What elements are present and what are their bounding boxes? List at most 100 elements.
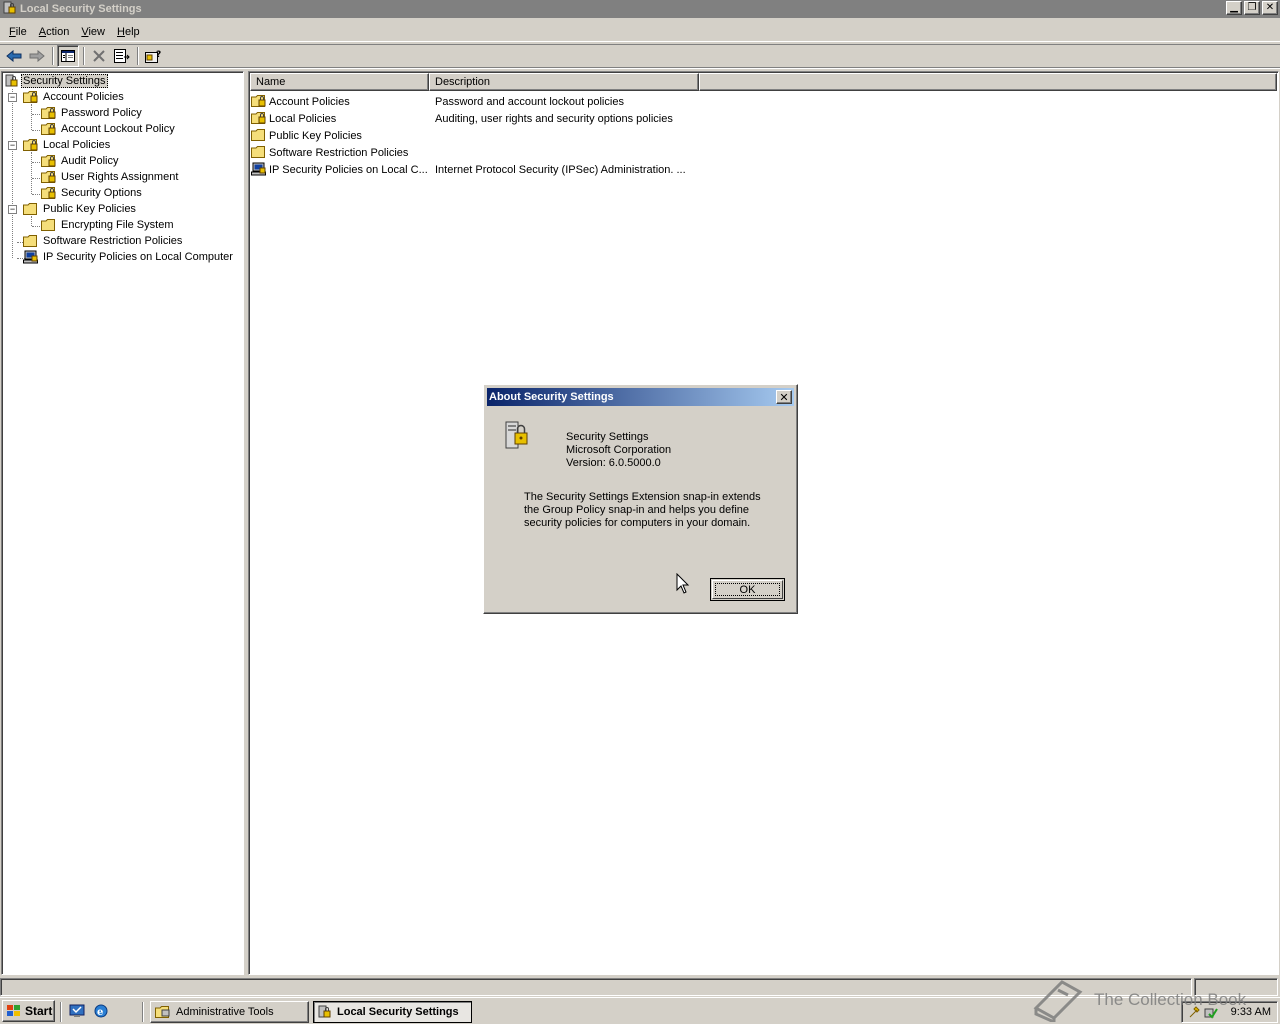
list-item-local-policies[interactable]: Local Policies Auditing, user rights and… [251, 110, 951, 127]
menu-help[interactable]: Help [111, 26, 146, 38]
about-dialog: About Security Settings ✕ Security Setti… [483, 384, 798, 614]
console-tree[interactable]: Security Settings − Account Policies Pas… [1, 71, 244, 975]
folder-icon [23, 235, 37, 247]
column-header-filler [699, 73, 1277, 91]
locked-folder-icon [251, 112, 266, 124]
task-local-security-settings[interactable]: Local Security Settings [313, 1001, 472, 1023]
locked-folder-icon [251, 95, 266, 107]
tree-item-account-policies[interactable]: Account Policies [23, 89, 126, 105]
system-tray: 9:33 AM [1181, 1001, 1278, 1023]
locked-folder-icon [41, 107, 56, 119]
restore-icon: ❐ [1247, 2, 1257, 13]
quicklaunch-internet-explorer[interactable]: e [93, 1003, 109, 1022]
list-item-account-policies[interactable]: Account Policies Password and account lo… [251, 93, 951, 110]
menu-view[interactable]: View [75, 26, 111, 38]
tree-item-password-policy[interactable]: Password Policy [41, 105, 144, 121]
tree-item-public-key-policies[interactable]: Public Key Policies [23, 201, 138, 217]
taskbar-separator [142, 1002, 144, 1022]
tree-connector [31, 216, 32, 226]
tree-item-account-lockout-policy[interactable]: Account Lockout Policy [41, 121, 177, 137]
list-item-name: Software Restriction Policies [269, 146, 409, 159]
back-button[interactable] [3, 45, 25, 67]
toolbar-separator [83, 47, 85, 65]
tree-connector [32, 178, 40, 179]
minimize-button[interactable]: ▁ [1226, 1, 1242, 15]
menu-file[interactable]: File [3, 26, 33, 38]
ok-button[interactable]: OK [710, 578, 785, 601]
column-header-label: Description [435, 76, 491, 88]
folder-icon [41, 219, 55, 231]
locked-folder-icon [23, 91, 38, 103]
dialog-close-button[interactable]: ✕ [776, 390, 792, 404]
dialog-title-bar[interactable]: About Security Settings ✕ [487, 388, 794, 406]
tree-item-label: Password Policy [61, 107, 142, 119]
tree-item-security-options[interactable]: Security Options [41, 185, 144, 201]
minus-icon: − [9, 140, 16, 150]
tree-connector [32, 162, 40, 163]
tree-item-ip-security-policies[interactable]: IP Security Policies on Local Computer [23, 249, 235, 265]
tree-item-label: Account Lockout Policy [61, 123, 175, 135]
menu-action[interactable]: Action [33, 26, 76, 38]
tree-item-encrypting-file-system[interactable]: Encrypting File System [41, 217, 175, 233]
status-panel-main [0, 978, 1192, 996]
ok-button-label: OK [739, 583, 756, 596]
tree-item-label: Account Policies [43, 91, 124, 103]
windows-logo-icon [7, 1005, 20, 1016]
column-header-name[interactable]: Name [250, 73, 429, 91]
back-arrow-icon [6, 50, 22, 62]
tree-item-label: Public Key Policies [43, 203, 136, 215]
show-hide-tree-button[interactable] [57, 45, 79, 67]
delete-button[interactable] [88, 45, 110, 67]
tree-item-label: IP Security Policies on Local Computer [43, 251, 233, 263]
start-button[interactable]: Start [2, 1000, 55, 1022]
tray-tools-icon[interactable] [1188, 1005, 1202, 1019]
task-administrative-tools[interactable]: Administrative Tools [150, 1001, 309, 1023]
forward-button[interactable] [26, 45, 48, 67]
close-button[interactable]: ✕ [1262, 1, 1278, 15]
toolbar: ? [0, 44, 1280, 68]
dialog-description: The Security Settings Extension snap-in … [524, 491, 761, 529]
help-button[interactable]: ? [142, 45, 164, 67]
help-icon: ? [145, 50, 161, 63]
list-item-software-restriction-policies[interactable]: Software Restriction Policies [251, 144, 951, 161]
taskbar: Start e Administrative Tools Local Secur… [0, 997, 1280, 1024]
list-item-description: Auditing, user rights and security optio… [435, 112, 673, 125]
close-icon: ✕ [779, 391, 789, 404]
restore-button[interactable]: ❐ [1244, 1, 1260, 15]
tree-item-audit-policy[interactable]: Audit Policy [41, 153, 120, 169]
task-label: Administrative Tools [176, 1006, 274, 1018]
window-title: Local Security Settings [20, 3, 142, 15]
tree-connector [31, 104, 32, 130]
status-panel-secondary [1194, 978, 1278, 996]
list-item-ip-security-policies[interactable]: IP Security Policies on Local C... Inter… [251, 161, 951, 178]
list-item-name: Account Policies [269, 95, 350, 108]
tree-item-user-rights-assignment[interactable]: User Rights Assignment [41, 169, 180, 185]
collapse-toggle[interactable]: − [8, 141, 17, 150]
task-label: Local Security Settings [337, 1006, 459, 1018]
product-name: Security Settings [566, 431, 649, 443]
clock[interactable]: 9:33 AM [1231, 1006, 1271, 1018]
folder-icon [23, 203, 37, 215]
status-bar [0, 978, 1280, 997]
collapse-toggle[interactable]: − [8, 205, 17, 214]
column-header-description[interactable]: Description [429, 73, 699, 91]
toolbar-separator [137, 47, 139, 65]
company-name: Microsoft Corporation [566, 444, 672, 456]
export-list-button[interactable] [111, 45, 133, 67]
tree-item-label: Security Options [61, 187, 142, 199]
tree-item-local-policies[interactable]: Local Policies [23, 137, 112, 153]
minus-icon: − [9, 92, 16, 102]
delete-x-icon [93, 50, 105, 62]
quicklaunch-show-desktop[interactable] [69, 1003, 85, 1022]
tray-security-icon[interactable] [1204, 1005, 1218, 1019]
security-settings-icon [318, 1005, 331, 1018]
tree-item-software-restriction-policies[interactable]: Software Restriction Policies [23, 233, 184, 249]
list-item-description: Internet Protocol Security (IPSec) Admin… [435, 163, 686, 176]
collapse-toggle[interactable]: − [8, 93, 17, 102]
title-bar[interactable]: Local Security Settings ▁ ❐ ✕ [0, 0, 1280, 18]
forward-arrow-icon [29, 50, 45, 62]
list-item-public-key-policies[interactable]: Public Key Policies [251, 127, 951, 144]
column-header-label: Name [256, 76, 286, 88]
tree-item-security-settings[interactable]: Security Settings [5, 73, 108, 89]
tree-connector [31, 152, 32, 194]
